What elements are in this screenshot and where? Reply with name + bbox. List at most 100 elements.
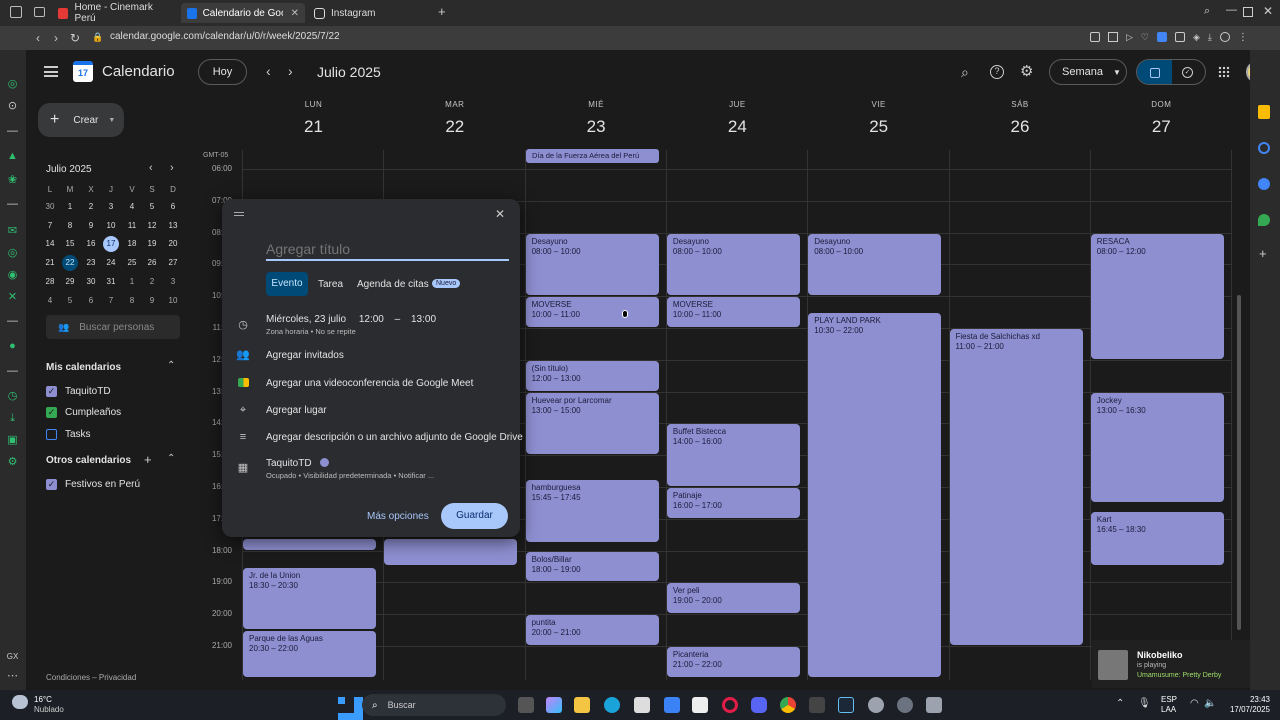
calendar-select[interactable]: TaquitoTD [266,458,330,469]
volume-icon[interactable]: 🔈 [1204,698,1216,709]
close-tab-icon[interactable]: ✕ [291,8,299,19]
mini-day[interactable]: 22 [62,255,78,272]
mini-day[interactable]: 6 [165,199,181,215]
checkbox-icon[interactable]: ✓ [46,386,57,397]
taskview-icon[interactable] [518,697,534,713]
calendar-item-festivos[interactable]: ✓ Festivos en Perú [46,479,140,490]
timezone-note[interactable]: Zona horaria • No se repite [266,327,356,336]
mini-day[interactable]: 30 [83,274,99,290]
gpt-icon[interactable]: ❀ [6,174,19,187]
app-icon[interactable] [809,697,825,713]
camera-icon[interactable] [926,697,942,713]
close-dialog-icon[interactable]: ✕ [495,207,505,221]
url-text[interactable]: calendar.google.com/calendar/u/0/r/week/… [110,31,340,42]
tray-chevron-icon[interactable]: ⌃ [1116,698,1124,709]
tab-instagram[interactable]: Instagram [308,3,432,23]
mini-day[interactable]: 2 [83,199,99,215]
allday-event[interactable]: Día de la Fuerza Aérea del Perú [526,149,659,163]
weather-temp[interactable]: 16°C [34,695,52,704]
more-options-button[interactable]: Más opciones [367,511,429,522]
mini-day[interactable]: 12 [144,218,160,234]
mini-next-icon[interactable]: › [170,162,174,174]
mini-day[interactable]: 19 [144,236,160,252]
mini-day[interactable]: 3 [103,199,119,215]
minimize-icon[interactable]: — [1226,4,1237,16]
collapse-icon[interactable]: ⌃ [167,360,175,371]
close-window-icon[interactable]: ✕ [1263,4,1273,18]
add-meet[interactable]: Agregar una videoconferencia de Google M… [266,378,473,389]
dash-icon[interactable]: — [6,198,19,211]
day-number[interactable]: 22 [384,117,525,137]
mini-day[interactable]: 25 [124,255,140,271]
my-calendars-header[interactable]: Mis calendarios [46,362,121,373]
opera-icon[interactable] [722,697,738,713]
mic-icon[interactable]: 🎙 [1138,698,1151,709]
create-button[interactable]: + Crear ▼ [38,103,124,137]
translate-icon[interactable] [1157,32,1167,42]
taskbar-search[interactable]: ⌕ Buscar [362,694,506,716]
mini-day[interactable]: 10 [103,218,119,234]
game-notification[interactable]: Nikobeliko is playing Umamusume: Pretty … [1092,640,1250,688]
event-end[interactable]: 13:00 [411,314,436,325]
calendar-item-taquitotd[interactable]: ✓ TaquitoTD [46,386,111,397]
weather-desc[interactable]: Nublado [34,705,64,714]
forward-icon[interactable]: › [54,31,58,45]
calendar-event[interactable]: Jockey 13:00 – 16:30 [1090,392,1224,502]
tasks-icon[interactable] [1258,142,1270,154]
maps-icon[interactable] [1258,214,1270,226]
weather-icon[interactable] [12,695,28,709]
calendar-event[interactable]: MOVERSE 10:00 – 11:00 [525,297,659,327]
mini-day[interactable]: 23 [83,255,99,271]
add-guests[interactable]: Agregar invitados [266,350,344,361]
maximize-icon[interactable] [1243,7,1253,17]
mini-day[interactable]: 5 [62,293,78,309]
day-header[interactable]: JUE 24 [667,100,808,137]
edge-icon[interactable] [604,697,620,713]
calendar-event[interactable]: Buffet Bistecca 14:00 – 16:00 [666,424,800,486]
whatsapp-icon[interactable]: ◎ [6,247,19,260]
download-icon[interactable]: ⤓ [1208,32,1212,44]
calendar-logo-icon[interactable]: 17 [73,61,93,82]
day-number[interactable]: 26 [950,117,1091,137]
gx-icon[interactable]: GX [6,650,19,663]
prev-week-icon[interactable]: ‹ [266,63,271,79]
event-start[interactable]: 12:00 [359,314,384,325]
lang-2[interactable]: LAA [1161,705,1176,714]
tab-task[interactable]: Tarea [318,279,343,290]
calendar-event[interactable]: Patinaje 16:00 – 17:00 [666,488,800,518]
calendar-event[interactable]: hamburguesa 15:45 – 17:45 [525,480,659,542]
clock-date[interactable]: 17/07/2025 [1222,705,1270,714]
keep-icon[interactable] [1258,105,1270,119]
mini-day[interactable]: 5 [144,199,160,215]
calendar-event[interactable]: PLAY LAND PARK 10:30 – 22:00 [808,313,942,677]
calendar-event[interactable]: Picanteria 21:00 – 22:00 [666,647,800,677]
help-icon[interactable]: ? [990,65,1004,79]
dash-icon[interactable]: — [6,315,19,328]
cast-icon[interactable] [1090,32,1100,42]
tasks-view-icon[interactable]: ✓ [1182,67,1193,78]
mini-day[interactable]: 27 [165,255,181,271]
checkbox-icon[interactable] [46,429,57,440]
calendar-event[interactable]: Jr. de la Union 18:30 – 20:30 [243,567,376,630]
calendar-event[interactable]: Parque de las Aguas 20:30 – 22:00 [243,631,376,677]
apps-grid-icon[interactable] [1218,66,1230,78]
calendar-item-tasks[interactable]: Tasks [46,429,91,440]
mini-day[interactable]: 15 [62,236,78,252]
day-header[interactable]: LUN 21 [243,100,384,137]
green-dot-icon[interactable]: ● [6,340,19,353]
extension-icon[interactable] [1175,32,1185,42]
mini-day[interactable]: 6 [83,293,99,309]
person-icon[interactable]: ⊙ [6,100,19,113]
profile-icon[interactable] [1219,32,1230,42]
steam-icon[interactable] [838,697,854,713]
explorer-icon[interactable] [574,697,590,713]
calendar-event[interactable]: RESACA 08:00 – 12:00 [1090,233,1224,359]
instagram-icon[interactable]: ◉ [6,269,19,282]
tab-appointment[interactable]: Agenda de citas [357,279,429,290]
view-selector-button[interactable]: Semana ▼ [1049,59,1127,85]
day-number[interactable]: 21 [243,117,384,137]
calendar-item-cumpleanos[interactable]: ✓ Cumpleaños [46,407,121,418]
extension-icons[interactable]: ▷ ♡ ◈ ⤓ ⋮ [1090,32,1270,44]
add-calendar-icon[interactable]: + [144,452,152,467]
mini-day[interactable]: 29 [62,274,78,290]
